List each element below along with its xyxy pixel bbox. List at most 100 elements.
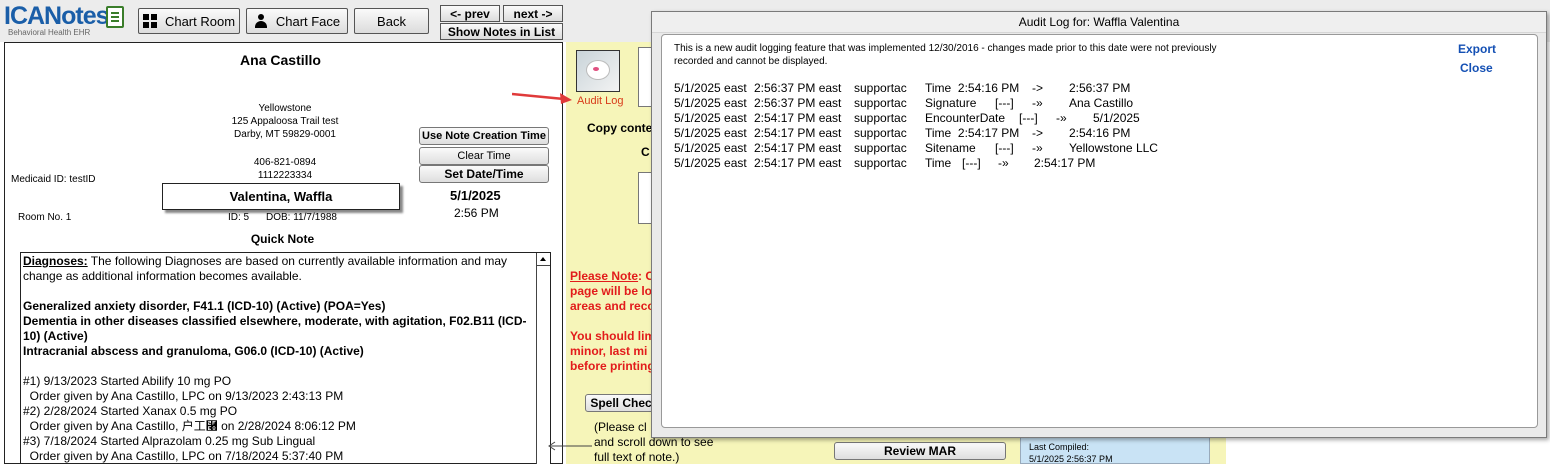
note-type-title: Quick Note (250, 232, 315, 246)
log-new-value: 2:54:17 PM (1034, 156, 1096, 170)
log-new-value: Yellowstone LLC (1069, 141, 1158, 155)
clear-time-button[interactable]: Clear Time (419, 147, 549, 165)
note-time: 2:56 PM (454, 206, 499, 220)
notes-document-icon (106, 6, 124, 28)
last-compiled-value: 5/1/2025 2:56:37 PM (1029, 454, 1113, 464)
log-new-value: Ana Castillo (1069, 96, 1134, 110)
diagnoses-intro: Diagnoses: The following Diagnoses are b… (23, 254, 537, 284)
icanotes-logo[interactable]: ICANotes Behavioral Health EHR (2, 2, 128, 38)
log-field: Sitename (925, 141, 976, 155)
log-user: supportac (854, 156, 907, 170)
diagnosis-item: Intracranial abscess and granuloma, G06.… (23, 344, 364, 358)
please-note-label: Please Note (570, 269, 639, 283)
order-detail: Order given by Ana Castillo, LPC on 9/13… (23, 389, 344, 403)
log-new-value: 5/1/2025 (1093, 111, 1140, 125)
log-old-value: [---] (995, 141, 1014, 155)
audit-log-table: 5/1/2025 east 2:56:37 PM east supportac … (674, 81, 1234, 171)
log-user: supportac (854, 81, 907, 95)
medicaid-id: Medicaid ID: testID (11, 174, 96, 185)
note-date: 5/1/2025 (450, 188, 501, 203)
log-old-value: [---] (962, 156, 981, 170)
cat-nose (593, 67, 599, 71)
medication-order: #1) 9/13/2023 Started Abilify 10 mg PO (23, 374, 232, 388)
log-arrow: -» (998, 156, 1009, 170)
patient-dob: DOB: 11/7/1988 (266, 212, 337, 223)
practice-name: Yellowstone (258, 103, 312, 114)
practice-contact: 406-821-0894 1112223334 (155, 156, 415, 182)
review-mar-button[interactable]: Review MAR (834, 442, 1006, 460)
log-new-value: 2:56:37 PM (1069, 81, 1131, 95)
patient-photo[interactable] (576, 50, 620, 92)
note-text-area[interactable]: Diagnoses: The following Diagnoses are b… (20, 252, 551, 464)
log-user: supportac (854, 96, 907, 110)
order-detail: Order given by Ana Castillo, LPC on 7/18… (23, 449, 344, 463)
limit-line: You should lim (570, 329, 656, 343)
warning-line: page will be lo (570, 284, 653, 298)
log-user: supportac (854, 141, 907, 155)
next-button[interactable]: next -> (503, 5, 563, 22)
address-line: 125 Appaloosa Trail test (231, 116, 339, 127)
close-link[interactable]: Close (1460, 61, 1493, 75)
grid-icon (142, 14, 157, 28)
audit-log-row: 5/1/2025 east 2:54:17 PM east supportac … (674, 126, 1234, 141)
use-note-creation-time-button[interactable]: Use Note Creation Time (419, 127, 549, 145)
log-time: 2:54:17 PM east (754, 156, 842, 170)
log-time: 2:54:17 PM east (754, 126, 842, 140)
log-arrow: -> (1032, 126, 1044, 140)
audit-notice: This is a new audit logging feature that… (674, 43, 1217, 67)
log-arrow: -> (1032, 81, 1044, 95)
patient-name-box: Valentina, Waffla (162, 183, 400, 210)
export-link[interactable]: Export (1458, 42, 1496, 56)
log-date: 5/1/2025 east (674, 156, 747, 170)
person-icon (254, 14, 268, 28)
scroll-up-arrow-icon[interactable] (537, 253, 550, 266)
red-pointer-arrow-icon (512, 92, 572, 104)
log-date: 5/1/2025 east (674, 111, 747, 125)
log-time: 2:56:37 PM east (754, 81, 842, 95)
set-date-time-button[interactable]: Set Date/Time (419, 165, 549, 183)
chart-room-button[interactable]: Chart Room (138, 8, 240, 34)
phone-number: 406-821-0894 (253, 157, 317, 168)
note-body: Diagnoses: The following Diagnoses are b… (21, 254, 537, 464)
log-field: Signature (925, 96, 977, 110)
diagnoses-label: Diagnoses: (23, 254, 88, 268)
fax-number: 1112223334 (257, 170, 313, 181)
spell-check-button[interactable]: Spell Chec (585, 394, 657, 412)
chart-face-label: Chart Face (275, 13, 341, 29)
show-notes-in-list-button[interactable]: Show Notes in List (440, 23, 563, 40)
logo-tagline: Behavioral Health EHR (8, 28, 91, 37)
audit-log-link[interactable]: Audit Log (577, 95, 623, 107)
note-scrollbar[interactable] (536, 253, 550, 464)
log-date: 5/1/2025 east (674, 141, 747, 155)
audit-log-content: This is a new audit logging feature that… (661, 34, 1538, 428)
logo-wordmark: ICANotes (4, 2, 110, 30)
patient-id: ID: 5 (228, 212, 250, 223)
dialog-title[interactable]: Audit Log for: Waffla Valentina (652, 12, 1546, 33)
room-number: Room No. 1 (18, 212, 72, 223)
note-document-panel: Ana Castillo Yellowstone 125 Appaloosa T… (4, 42, 563, 464)
prev-button[interactable]: <- prev (440, 5, 500, 22)
last-compiled-label: Last Compiled: (1029, 442, 1090, 452)
log-time: 2:54:17 PM east (754, 141, 842, 155)
log-user: supportac (854, 111, 907, 125)
audit-log-row: 5/1/2025 east 2:54:17 PM east supportac … (674, 111, 1234, 126)
log-field: Time (925, 156, 952, 170)
log-time: 2:54:17 PM east (754, 111, 842, 125)
log-old-value: [---] (1019, 111, 1038, 125)
diagnosis-item: Dementia in other diseases classified el… (23, 314, 527, 343)
limit-line: before printing (570, 359, 655, 373)
please-note-warning: Please Note: C page will be lo areas and… (570, 269, 655, 374)
chart-face-button[interactable]: Chart Face (246, 8, 348, 34)
chart-room-label: Chart Room (164, 13, 236, 29)
practice-address: Yellowstone 125 Appaloosa Trail test Dar… (155, 102, 415, 141)
log-new-value: 2:54:16 PM (1069, 126, 1131, 140)
diagnoses-intro-text: The following Diagnoses are based on cur… (23, 254, 508, 283)
left-pointer-arrow-icon (548, 441, 592, 451)
log-arrow: -» (1056, 111, 1067, 125)
section-letter-label: C (641, 145, 650, 159)
log-field: Time 2:54:17 PM (925, 126, 1020, 140)
back-label: Back (377, 13, 406, 29)
address-city: Darby, MT 59829-0001 (234, 129, 336, 140)
back-button[interactable]: Back (354, 8, 429, 34)
audit-log-row: 5/1/2025 east 2:54:17 PM east supportac … (674, 156, 1234, 171)
